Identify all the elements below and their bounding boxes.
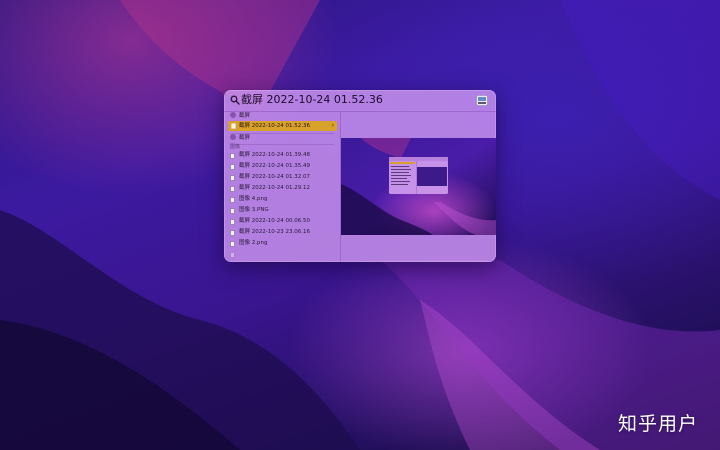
top-hit-section-header: 截屏 bbox=[230, 112, 250, 121]
result-item[interactable]: 截屏 2022-10-24 01.35.49 bbox=[230, 161, 334, 172]
image-file-icon bbox=[230, 218, 235, 225]
image-file-icon bbox=[230, 185, 235, 192]
divider bbox=[230, 144, 334, 145]
preview-pane bbox=[341, 112, 496, 262]
image-file-icon bbox=[230, 229, 235, 236]
result-item-label: 截屏 2022-10-23 23.06.16 bbox=[239, 229, 310, 235]
spotlight-window: 截屏 2022-10-24 01.52.36 截屏 截屏 2022-10-24 … bbox=[224, 90, 496, 262]
result-item[interactable]: 图像 4.png bbox=[230, 194, 334, 205]
result-item[interactable]: 截屏 2022-10-23 23.06.16 bbox=[230, 227, 334, 238]
image-file-icon bbox=[230, 207, 235, 214]
result-item[interactable]: 截屏 2022-10-24 01.29.12 bbox=[230, 183, 334, 194]
image-file-icon bbox=[230, 152, 235, 159]
selected-result-label: 截屏 2022-10-24 01.52.36 bbox=[239, 123, 310, 129]
screenshot-preview-image bbox=[341, 138, 496, 235]
result-item-label: 图像 4.png bbox=[239, 196, 268, 202]
preview-app-icon bbox=[476, 95, 488, 106]
result-item[interactable]: 图像 3.PNG bbox=[230, 205, 334, 216]
result-item-label: 截屏 2022-10-24 01.39.48 bbox=[239, 152, 310, 158]
search-query-text[interactable]: 截屏 2022-10-24 01.52.36 bbox=[241, 93, 383, 107]
results-list: 截屏 截屏 2022-10-24 01.52.36 › 截屏 图像 截屏 202… bbox=[224, 112, 341, 262]
result-item-label: 图像 2.png bbox=[239, 240, 268, 246]
document-icon bbox=[231, 123, 236, 129]
section-icon bbox=[230, 112, 236, 118]
result-item[interactable]: 截屏 2022-10-24 00.06.50 bbox=[230, 216, 334, 227]
folder-section-header[interactable]: 截屏 bbox=[230, 134, 250, 143]
result-item-label: 截屏 2022-10-24 01.29.12 bbox=[239, 185, 310, 191]
result-item-label: 截屏 2022-10-24 01.35.49 bbox=[239, 163, 310, 169]
result-item-label: 截屏 2022-10-24 00.06.50 bbox=[239, 218, 310, 224]
nested-spotlight-thumbnail bbox=[389, 157, 448, 194]
result-item[interactable]: 截屏 2022-10-24 01.32.07 bbox=[230, 172, 334, 183]
spotlight-search-bar[interactable]: 截屏 2022-10-24 01.52.36 bbox=[224, 90, 496, 112]
selected-result[interactable]: 截屏 2022-10-24 01.52.36 › bbox=[228, 121, 337, 131]
chevron-right-icon: › bbox=[331, 122, 334, 129]
image-file-icon bbox=[230, 240, 235, 247]
image-file-icon bbox=[230, 174, 235, 181]
image-file-icon bbox=[230, 196, 235, 203]
result-item-partial[interactable] bbox=[230, 249, 334, 260]
result-item-label: 图像 3.PNG bbox=[239, 207, 269, 213]
result-item-label: 截屏 2022-10-24 01.32.07 bbox=[239, 174, 310, 180]
image-file-icon bbox=[230, 163, 235, 170]
result-item[interactable]: 截屏 2022-10-24 01.39.48 bbox=[230, 150, 334, 161]
section-icon bbox=[230, 134, 236, 140]
watermark-text: 知乎用户 bbox=[617, 413, 698, 435]
search-icon bbox=[230, 95, 240, 105]
image-file-icon bbox=[230, 251, 235, 258]
result-item[interactable]: 图像 2.png bbox=[230, 238, 334, 249]
